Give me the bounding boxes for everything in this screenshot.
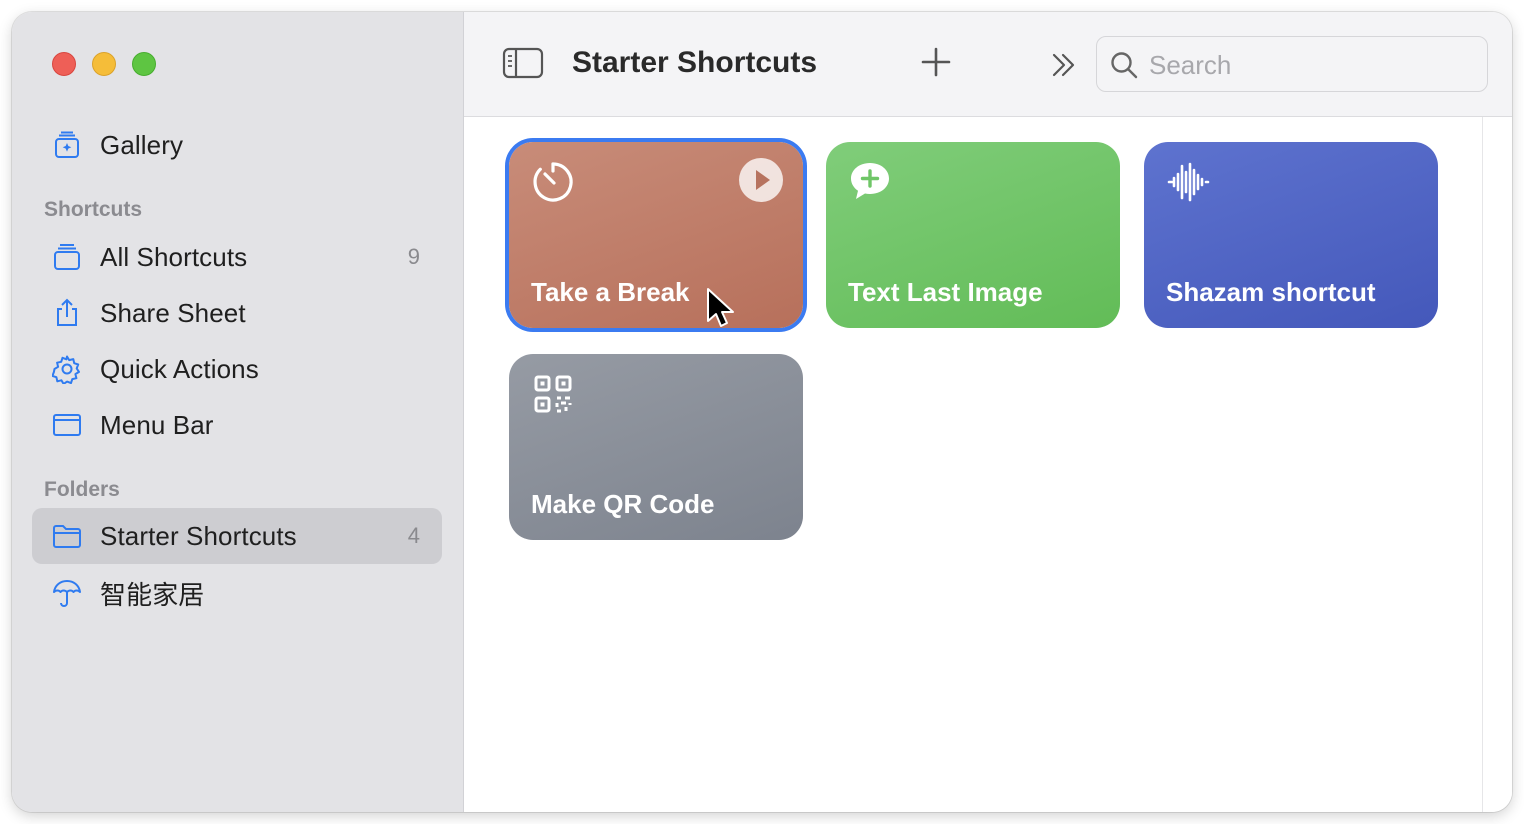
gallery-icon — [52, 130, 82, 160]
shortcut-card-take-a-break[interactable]: Take a Break — [509, 142, 803, 328]
shortcuts-window: Gallery Shortcuts All Shortcuts 9 Share … — [12, 12, 1512, 812]
stack-icon — [52, 242, 82, 272]
search-icon — [1109, 50, 1139, 80]
run-shortcut-button[interactable] — [739, 158, 783, 202]
sidebar-item-menu-bar[interactable]: Menu Bar — [32, 397, 442, 453]
sidebar-item-label: 智能家居 — [100, 579, 205, 610]
section-header-folders: Folders — [44, 478, 120, 501]
umbrella-icon — [52, 578, 82, 608]
card-title: Take a Break — [531, 277, 690, 307]
sidebar-toggle-icon[interactable] — [502, 46, 544, 80]
zoom-button[interactable] — [132, 52, 156, 76]
toolbar: Starter Shortcuts — [464, 12, 1512, 117]
sidebar-item-all-shortcuts[interactable]: All Shortcuts 9 — [32, 229, 442, 285]
waveform-icon — [1166, 160, 1210, 204]
search-field — [1096, 36, 1488, 92]
menubar-icon — [52, 410, 82, 440]
message-plus-icon — [848, 160, 892, 204]
sidebar: Gallery Shortcuts All Shortcuts 9 Share … — [12, 12, 464, 812]
sidebar-item-smart-home[interactable]: 智能家居 — [32, 565, 442, 621]
sidebar-item-label: All Shortcuts — [100, 241, 248, 272]
shortcuts-grid: Take a Break Text Last Image Shazam shor… — [464, 117, 1512, 812]
add-shortcut-button[interactable] — [919, 45, 953, 79]
folder-icon — [52, 521, 82, 551]
share-icon — [52, 298, 82, 328]
card-title: Text Last Image — [848, 277, 1043, 307]
qrcode-icon — [531, 372, 575, 416]
scrollbar[interactable] — [1482, 117, 1512, 812]
item-count: 9 — [407, 244, 420, 269]
shortcut-card-text-last-image[interactable]: Text Last Image — [826, 142, 1120, 328]
sidebar-item-label: Share Sheet — [100, 297, 246, 328]
close-button[interactable] — [52, 52, 76, 76]
sidebar-item-starter-shortcuts[interactable]: Starter Shortcuts 4 — [32, 508, 442, 564]
chevron-double-right-icon[interactable] — [1049, 50, 1079, 80]
gear-icon — [52, 354, 82, 384]
shortcut-card-make-qr-code[interactable]: Make QR Code — [509, 354, 803, 540]
search-input[interactable] — [1149, 47, 1469, 83]
sidebar-item-share-sheet[interactable]: Share Sheet — [32, 285, 442, 341]
sidebar-item-gallery[interactable]: Gallery — [32, 117, 442, 173]
item-count: 4 — [407, 523, 420, 548]
shortcut-card-shazam[interactable]: Shazam shortcut — [1144, 142, 1438, 328]
sidebar-item-label: Quick Actions — [100, 353, 259, 384]
sidebar-item-label: Starter Shortcuts — [100, 520, 297, 551]
page-title: Starter Shortcuts — [572, 46, 818, 79]
mouse-cursor-icon — [706, 287, 734, 329]
sidebar-item-label: Menu Bar — [100, 409, 214, 440]
card-title: Make QR Code — [531, 489, 715, 519]
sidebar-item-quick-actions[interactable]: Quick Actions — [32, 341, 442, 397]
minimize-button[interactable] — [92, 52, 116, 76]
sidebar-item-label: Gallery — [100, 129, 184, 160]
section-header-shortcuts: Shortcuts — [44, 198, 143, 221]
timer-icon — [531, 160, 575, 204]
card-title: Shazam shortcut — [1166, 277, 1376, 307]
